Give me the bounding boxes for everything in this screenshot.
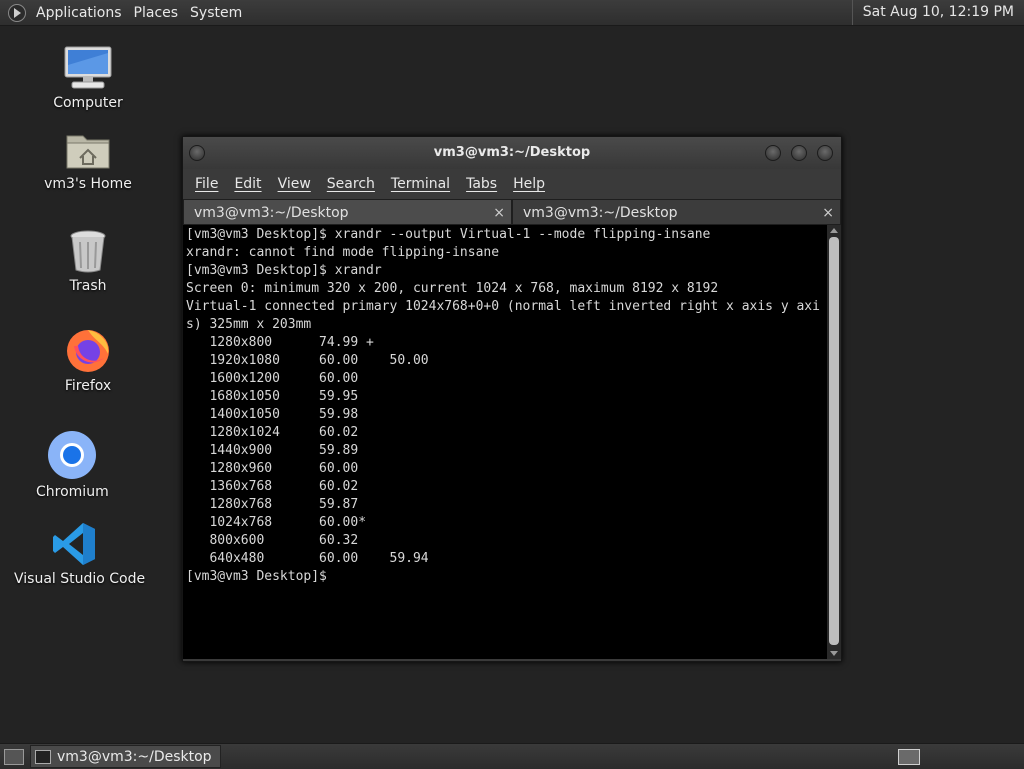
terminal-line: 1600x1200 60.00 — [209, 371, 359, 386]
menu-places[interactable]: Places — [128, 5, 185, 21]
close-tab-icon[interactable]: × — [822, 200, 834, 226]
terminal-tabbar: vm3@vm3:~/Desktop × vm3@vm3:~/Desktop × — [183, 199, 841, 225]
desktop-icon-trash[interactable]: Trash — [52, 228, 124, 294]
top-panel: Applications Places System Sat Aug 10, 1… — [0, 0, 1024, 26]
menu-applications[interactable]: Applications — [30, 5, 128, 21]
maximize-icon[interactable] — [791, 145, 807, 161]
terminal-line: 1280x768 59.87 — [209, 497, 359, 512]
terminal-line: [vm3@vm3 Desktop]$ — [186, 569, 335, 584]
applications-logo-icon[interactable] — [8, 3, 26, 22]
terminal-line: 1024x768 60.00* — [209, 515, 367, 530]
terminal-line: 1920x1080 60.00 50.00 — [209, 353, 429, 368]
desktop-icon-computer[interactable]: Computer — [48, 45, 128, 111]
desktop-icon-home[interactable]: vm3's Home — [40, 128, 136, 192]
menu-edit[interactable]: Edit — [226, 176, 269, 192]
tab-1[interactable]: vm3@vm3:~/Desktop × — [183, 199, 512, 225]
desktop-icon-firefox[interactable]: Firefox — [52, 326, 124, 394]
clock[interactable]: Sat Aug 10, 12:19 PM — [851, 0, 1024, 25]
terminal-line: 1280x1024 60.02 — [209, 425, 359, 440]
menu-search[interactable]: Search — [319, 176, 383, 192]
window-menu-icon[interactable] — [189, 145, 205, 161]
terminal-line: 1400x1050 59.98 — [209, 407, 359, 422]
scrollbar-thumb[interactable] — [829, 237, 839, 645]
show-desktop-icon[interactable] — [4, 748, 24, 765]
terminal-text: [vm3@vm3 Desktop]$ xrandr --output Virtu… — [183, 225, 827, 586]
minimize-icon[interactable] — [765, 145, 781, 161]
window-title: vm3@vm3:~/Desktop — [433, 145, 591, 160]
menu-file[interactable]: File — [187, 176, 226, 192]
terminal-line: 1680x1050 59.95 — [209, 389, 359, 404]
menu-help[interactable]: Help — [505, 176, 553, 192]
scrollbar[interactable] — [827, 225, 841, 659]
window-titlebar[interactable]: vm3@vm3:~/Desktop — [183, 137, 841, 169]
desktop-icon-label: Trash — [69, 278, 107, 294]
terminal-line: 800x600 60.32 — [209, 533, 359, 548]
firefox-icon — [67, 330, 109, 372]
menu-terminal[interactable]: Terminal — [383, 176, 458, 192]
trash-icon — [70, 230, 106, 273]
tab-2[interactable]: vm3@vm3:~/Desktop × — [512, 199, 841, 225]
terminal-line: Virtual-1 connected primary 1024x768+0+0… — [186, 299, 820, 332]
close-window-icon[interactable] — [817, 145, 833, 161]
taskbar-button-terminal[interactable]: vm3@vm3:~/Desktop — [30, 745, 221, 768]
desktop-icon-chromium[interactable]: Chromium — [36, 430, 109, 500]
terminal-line: Screen 0: minimum 320 x 200, current 102… — [186, 281, 719, 296]
tab-label: vm3@vm3:~/Desktop — [194, 205, 349, 221]
chromium-icon — [48, 431, 96, 479]
terminal-line: 1360x768 60.02 — [209, 479, 359, 494]
computer-icon — [64, 46, 112, 89]
terminal-menubar: File Edit View Search Terminal Tabs Help — [183, 169, 841, 199]
terminal-window[interactable]: vm3@vm3:~/Desktop File Edit View Search … — [182, 136, 842, 662]
desktop-icon-vscode[interactable]: Visual Studio Code — [14, 521, 146, 587]
terminal-line: 640x480 60.00 59.94 — [209, 551, 429, 566]
taskbar-label: vm3@vm3:~/Desktop — [57, 748, 212, 765]
desktop-icon-label: Visual Studio Code — [14, 571, 146, 587]
terminal-icon — [35, 749, 51, 764]
terminal-output[interactable]: [vm3@vm3 Desktop]$ xrandr --output Virtu… — [183, 225, 827, 659]
desktop-icon-label: Computer — [53, 95, 123, 111]
scroll-down-icon[interactable] — [830, 651, 838, 656]
desktop-icon-label: Chromium — [36, 484, 109, 500]
vscode-icon — [53, 523, 95, 565]
desktop-icon-label: vm3's Home — [44, 176, 132, 192]
scroll-up-icon[interactable] — [830, 228, 838, 233]
terminal-line: xrandr: cannot find mode flipping-insane — [186, 245, 500, 260]
menu-tabs[interactable]: Tabs — [458, 176, 505, 192]
close-tab-icon[interactable]: × — [493, 200, 505, 226]
home-folder-icon — [66, 135, 110, 169]
terminal-line: [vm3@vm3 Desktop]$ xrandr — [186, 263, 382, 278]
bottom-panel: vm3@vm3:~/Desktop — [0, 743, 1024, 769]
workspace-switcher[interactable] — [898, 749, 920, 765]
terminal-line: [vm3@vm3 Desktop]$ xrandr --output Virtu… — [186, 227, 711, 242]
terminal-line: 1280x800 74.99 + — [209, 335, 374, 350]
menu-system[interactable]: System — [184, 5, 248, 21]
menu-view[interactable]: View — [270, 176, 319, 192]
terminal-line: 1280x960 60.00 — [209, 461, 359, 476]
tab-label: vm3@vm3:~/Desktop — [523, 205, 678, 221]
desktop-icon-label: Firefox — [64, 378, 112, 394]
terminal-line: 1440x900 59.89 — [209, 443, 359, 458]
